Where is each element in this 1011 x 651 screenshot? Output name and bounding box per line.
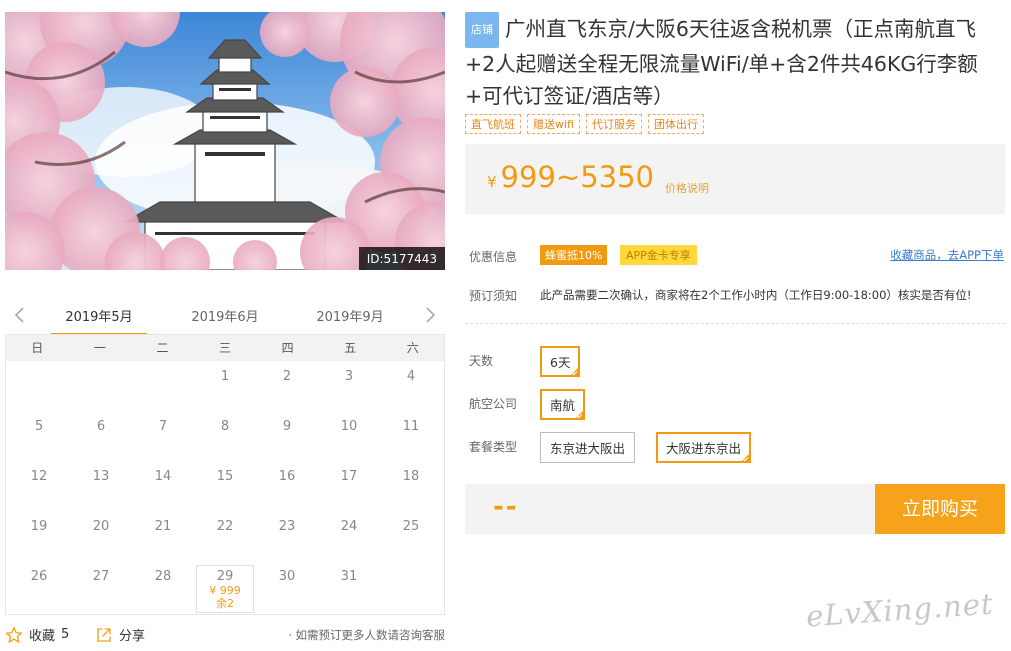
calendar-day: 25	[402, 519, 420, 534]
shop-badge[interactable]: 店铺	[465, 12, 499, 48]
calendar-day: 28	[154, 569, 172, 584]
calendar-day: 1	[220, 369, 230, 384]
feature-tags: 直飞航班 赠送wifi 代订服务 团体出行	[465, 114, 704, 134]
calendar-day: 4	[406, 369, 416, 384]
calendar-day: 18	[402, 469, 420, 484]
calendar-day: 14	[154, 469, 172, 484]
promo-app-gold-card: APP金卡专享	[620, 245, 697, 265]
site-watermark: eLvXing.net	[805, 586, 995, 634]
calendar-day: 30	[278, 569, 296, 584]
days-label: 天数	[469, 354, 494, 368]
booking-notice-text: 此产品需要二次确认，商家将在2个工作小时内（工作日9:00-18:00）核实是否…	[540, 288, 972, 302]
purchase-bar: -- 立即购买	[465, 484, 1005, 534]
option-package-tokyo-in[interactable]: 东京进大阪出	[540, 432, 636, 463]
weekday-tue: 二	[156, 341, 169, 355]
calendar-day[interactable]: 29	[194, 569, 256, 584]
package-label: 套餐类型	[469, 440, 518, 454]
calendar-day: 21	[154, 519, 172, 534]
tag-booking-service: 代订服务	[585, 114, 642, 134]
divider	[465, 323, 1005, 324]
group-booking-note: · 如需预订更多人数请咨询客服	[288, 628, 445, 642]
calendar-day: 7	[158, 419, 168, 434]
weekday-thu: 四	[281, 341, 294, 355]
price-range: 999~5350	[500, 160, 655, 194]
calendar-day: 8	[220, 419, 230, 434]
calendar-day: 26	[30, 569, 48, 584]
chevron-left-icon[interactable]	[9, 304, 31, 326]
calendar-day-price: ¥ 999	[209, 584, 241, 597]
option-days-6[interactable]: 6天	[540, 346, 581, 377]
price-box: ¥999~5350 价格说明	[465, 144, 1005, 214]
calendar-day: 6	[96, 419, 106, 434]
calendar-day: 16	[278, 469, 296, 484]
star-icon	[5, 626, 23, 643]
price: ¥999~5350	[487, 160, 654, 194]
share-button[interactable]: 分享	[95, 625, 145, 644]
option-airline-csair[interactable]: 南航	[540, 389, 586, 420]
weekday-wed: 三	[219, 341, 232, 355]
calendar-day: 24	[340, 519, 358, 534]
calendar-day: 27	[92, 569, 110, 584]
calendar-day: 15	[216, 469, 234, 484]
product-title: 店铺 广州直飞东京/大阪6天往返含税机票（正点南航直飞+2人起赠送全程无限流量Wi…	[465, 12, 1005, 112]
calendar-day: 3	[344, 369, 354, 384]
calendar-day: 13	[92, 469, 110, 484]
month-tab-june[interactable]: 2019年6月	[179, 306, 271, 325]
promo-honey-discount: 蜂蜜抵10%	[540, 245, 608, 265]
calendar-day: 5	[34, 419, 44, 434]
calendar-day: 19	[30, 519, 48, 534]
airline-label: 航空公司	[469, 397, 518, 411]
booking-notice-label: 预订须知	[469, 289, 518, 303]
calendar-day: 22	[216, 519, 234, 534]
chevron-right-icon[interactable]	[419, 304, 441, 326]
social-row: 收藏 5 分享 · 如需预订更多人数请咨询客服	[5, 625, 445, 645]
castle-cherry-blossom-image	[5, 12, 445, 270]
calendar-day: 11	[402, 419, 420, 434]
tag-direct-flight: 直飞航班	[465, 114, 521, 134]
calendar-day: 2	[282, 369, 292, 384]
weekday-mon: 一	[93, 341, 106, 355]
calendar-day: 17	[340, 469, 358, 484]
price-currency: ¥	[487, 173, 497, 191]
calendar-day: 12	[30, 469, 48, 484]
collect-button[interactable]: 收藏 5	[5, 625, 69, 644]
price-calendar: 日 一 二 三 四 五 六 1 2 3 4 5 6 7 8 9 10 11 12 13 14 15 16 17 1…	[5, 334, 445, 615]
calendar-day: 20	[92, 519, 110, 534]
product-photo[interactable]: ID:5177443	[5, 12, 445, 270]
product-title-block: 店铺 广州直飞东京/大阪6天往返含税机票（正点南航直飞+2人起赠送全程无限流量Wi…	[465, 12, 1005, 112]
total-price: --	[493, 492, 519, 522]
tag-group-travel: 团体出行	[647, 114, 704, 134]
calendar-month-nav: 2019年5月 2019年6月 2019年9月	[5, 296, 445, 336]
weekday-sat: 六	[406, 341, 419, 355]
share-label: 分享	[119, 629, 146, 644]
option-package-osaka-in[interactable]: 大阪进东京出	[656, 432, 752, 463]
tag-free-wifi: 赠送wifi	[527, 114, 580, 134]
calendar-day-remaining: 余2	[216, 597, 234, 610]
collect-app-order-link[interactable]: 收藏商品，去APP下单	[890, 247, 1004, 263]
collect-count: 5	[61, 627, 70, 642]
weekday-header: 日 一 二 三 四 五 六	[6, 335, 444, 361]
collect-label: 收藏	[29, 629, 56, 644]
buy-now-button[interactable]: 立即购买	[875, 484, 1005, 534]
product-title-text: 广州直飞东京/大阪6天往返含税机票（正点南航直飞+2人起赠送全程无限流量WiFi…	[465, 17, 978, 108]
share-icon	[97, 627, 111, 642]
month-tab-september[interactable]: 2019年9月	[304, 306, 396, 325]
price-explanation-link[interactable]: 价格说明	[665, 180, 709, 196]
calendar-day: 10	[340, 419, 358, 434]
calendar-day: 9	[282, 419, 292, 434]
calendar-day: 31	[340, 569, 358, 584]
photo-id-label: ID:5177443	[358, 247, 445, 270]
weekday-sun: 日	[31, 341, 44, 355]
weekday-fri: 五	[344, 341, 357, 355]
month-tab-may[interactable]: 2019年5月	[51, 306, 147, 336]
promo-label: 优惠信息	[469, 250, 518, 264]
calendar-day: 23	[278, 519, 296, 534]
